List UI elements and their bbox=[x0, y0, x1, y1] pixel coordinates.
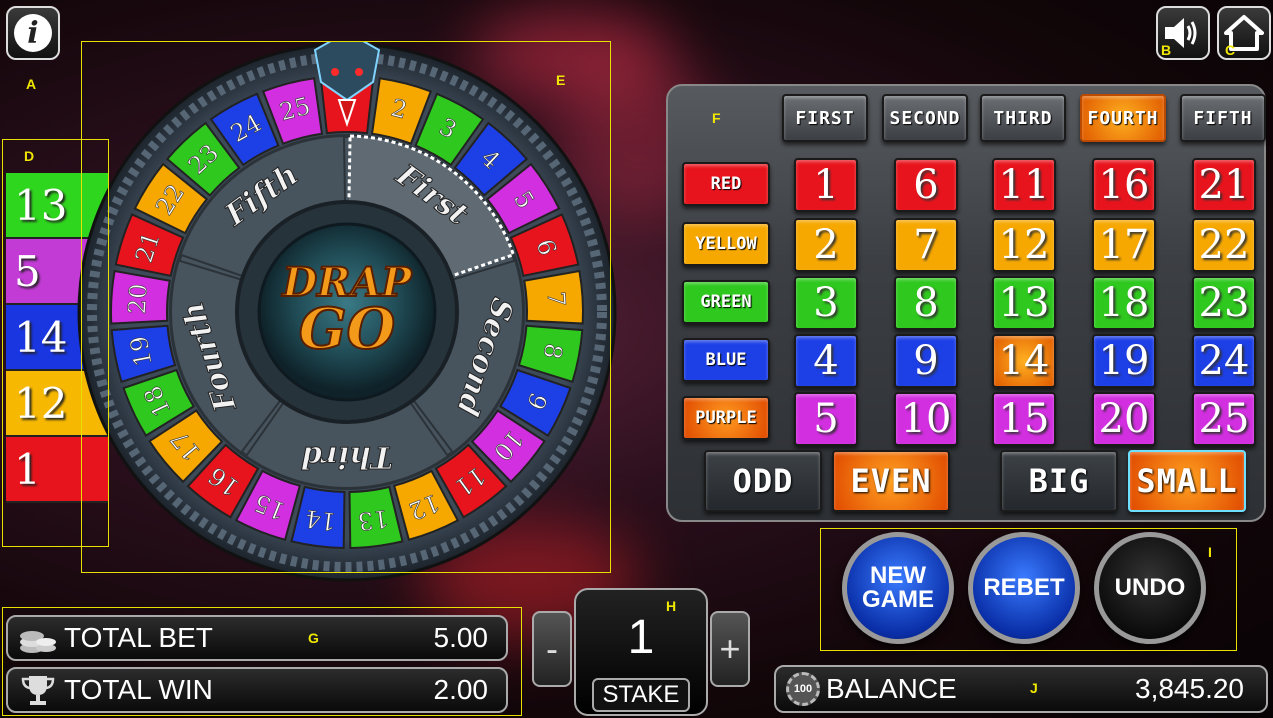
annotation-label-e: E bbox=[556, 72, 566, 88]
info-button[interactable]: i bbox=[6, 6, 60, 60]
header-third[interactable]: THIRD bbox=[980, 94, 1066, 142]
plus-icon: + bbox=[719, 628, 741, 669]
annotation-label-g: G bbox=[308, 630, 319, 646]
annotation-label-b: B bbox=[1161, 42, 1172, 58]
stake-plus-button[interactable]: + bbox=[710, 611, 750, 687]
chip-icon: 100 bbox=[786, 672, 820, 706]
bet-red[interactable]: RED bbox=[682, 162, 770, 206]
stake-display: 1 STAKE bbox=[574, 588, 708, 716]
annotation-label-h: H bbox=[666, 598, 677, 614]
bet-number-14[interactable]: 14 bbox=[992, 334, 1056, 388]
chip-value: 100 bbox=[793, 683, 813, 695]
stake-label: STAKE bbox=[602, 681, 680, 708]
bet-number-22[interactable]: 22 bbox=[1192, 218, 1256, 272]
bet-number-20[interactable]: 20 bbox=[1092, 392, 1156, 446]
balance-value: 3,845.20 bbox=[1135, 673, 1244, 704]
annotation-label-c: C bbox=[1225, 42, 1236, 58]
balance-panel: 100 BALANCE 3,845.20 bbox=[774, 665, 1268, 713]
bet-number-6[interactable]: 6 bbox=[894, 158, 958, 212]
bet-number-2[interactable]: 2 bbox=[794, 218, 858, 272]
bet-number-11[interactable]: 11 bbox=[992, 158, 1056, 212]
bet-number-7[interactable]: 7 bbox=[894, 218, 958, 272]
bet-number-1[interactable]: 1 bbox=[794, 158, 858, 212]
annotation-box-totals bbox=[2, 607, 522, 716]
annotation-label-f: F bbox=[712, 110, 721, 126]
bet-odd[interactable]: ODD bbox=[704, 450, 822, 512]
annotation-label-a: A bbox=[26, 76, 37, 92]
bet-number-3[interactable]: 3 bbox=[794, 276, 858, 330]
stake-label-box: STAKE bbox=[592, 678, 690, 712]
annotation-label-d: D bbox=[24, 148, 35, 164]
bet-small[interactable]: SMALL bbox=[1128, 450, 1246, 512]
balance-label: BALANCE bbox=[826, 673, 957, 704]
minus-icon: - bbox=[546, 628, 558, 669]
bet-number-9[interactable]: 9 bbox=[894, 334, 958, 388]
bet-number-23[interactable]: 23 bbox=[1192, 276, 1256, 330]
bet-number-5[interactable]: 5 bbox=[794, 392, 858, 446]
bet-green[interactable]: GREEN bbox=[682, 280, 770, 324]
info-icon: i bbox=[14, 14, 52, 52]
annotation-box-actions bbox=[820, 528, 1237, 651]
bet-yellow[interactable]: YELLOW bbox=[682, 222, 770, 266]
header-fourth[interactable]: FOURTH bbox=[1080, 94, 1166, 142]
bet-number-16[interactable]: 16 bbox=[1092, 158, 1156, 212]
bet-number-4[interactable]: 4 bbox=[794, 334, 858, 388]
bet-number-8[interactable]: 8 bbox=[894, 276, 958, 330]
info-glyph: i bbox=[27, 15, 39, 51]
bet-number-13[interactable]: 13 bbox=[992, 276, 1056, 330]
bet-number-24[interactable]: 24 bbox=[1192, 334, 1256, 388]
bet-number-18[interactable]: 18 bbox=[1092, 276, 1156, 330]
stake-minus-button[interactable]: - bbox=[532, 611, 572, 687]
bet-number-19[interactable]: 19 bbox=[1092, 334, 1156, 388]
annotation-box-history bbox=[2, 139, 109, 547]
header-first[interactable]: FIRST bbox=[782, 94, 868, 142]
bet-number-15[interactable]: 15 bbox=[992, 392, 1056, 446]
bet-number-21[interactable]: 21 bbox=[1192, 158, 1256, 212]
bet-board: FIRST SECOND THIRD FOURTH FIFTH RED YELLOW GREE… bbox=[666, 84, 1266, 522]
bet-number-25[interactable]: 25 bbox=[1192, 392, 1256, 446]
bet-blue[interactable]: BLUE bbox=[682, 338, 770, 382]
annotation-label-i: I bbox=[1208, 544, 1212, 560]
bet-even[interactable]: EVEN bbox=[832, 450, 950, 512]
stake-value: 1 bbox=[627, 611, 655, 664]
annotation-box-wheel bbox=[81, 41, 611, 573]
bet-purple[interactable]: PURPLE bbox=[682, 396, 770, 440]
annotation-label-j: J bbox=[1030, 680, 1038, 696]
bet-number-17[interactable]: 17 bbox=[1092, 218, 1156, 272]
bet-number-12[interactable]: 12 bbox=[992, 218, 1056, 272]
header-fifth[interactable]: FIFTH bbox=[1180, 94, 1266, 142]
bet-number-10[interactable]: 10 bbox=[894, 392, 958, 446]
header-second[interactable]: SECOND bbox=[882, 94, 968, 142]
bet-big[interactable]: BIG bbox=[1000, 450, 1118, 512]
